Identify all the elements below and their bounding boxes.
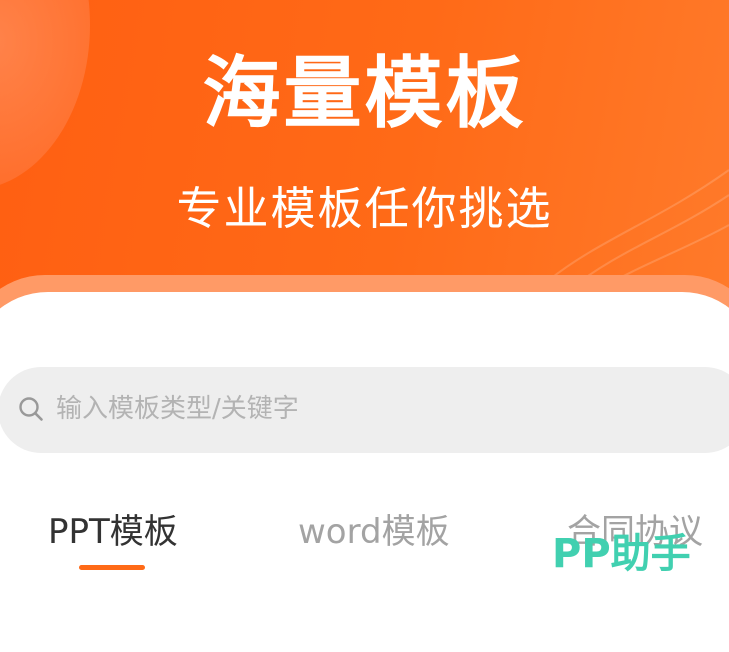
- tab-ppt-templates[interactable]: PPT模板: [48, 507, 178, 557]
- page-subtitle: 专业模板任你挑选: [176, 182, 553, 235]
- page-title: 海量模板: [202, 49, 527, 139]
- active-tab-indicator: [79, 565, 145, 570]
- watermark-logo: PP助手: [552, 531, 691, 577]
- search-input[interactable]: [56, 388, 556, 430]
- content-card: [0, 292, 729, 652]
- tab-word-templates[interactable]: word模板: [298, 507, 450, 557]
- search-icon: [19, 397, 43, 421]
